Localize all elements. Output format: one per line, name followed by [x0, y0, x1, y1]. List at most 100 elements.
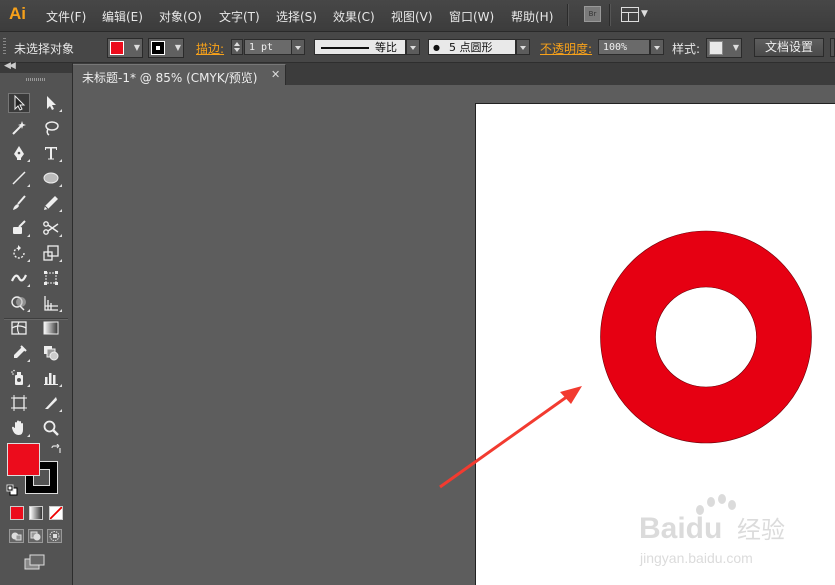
menu-type[interactable]: 文字(T): [219, 8, 260, 25]
stroke-weight-stepper[interactable]: [231, 39, 243, 55]
chevron-down-icon: ▼: [641, 9, 648, 19]
screen-mode-icon[interactable]: [24, 554, 46, 570]
fill-color-picker[interactable]: ▼: [107, 38, 143, 58]
draw-normal-button[interactable]: [9, 529, 24, 543]
none-slash-icon: [50, 507, 62, 519]
menu-file[interactable]: 文件(F): [46, 8, 86, 25]
variable-width-profile[interactable]: 等比: [314, 39, 406, 55]
panel-grip[interactable]: [26, 78, 46, 81]
preferences-button[interactable]: [830, 38, 835, 57]
swap-fill-stroke-icon[interactable]: [50, 444, 62, 456]
menu-select[interactable]: 选择(S): [276, 8, 317, 25]
layout-grid-icon: [621, 7, 639, 22]
rotate-tool[interactable]: [8, 243, 30, 263]
opacity-input[interactable]: 100%: [598, 39, 650, 55]
color-mode-button[interactable]: [10, 506, 24, 520]
column-graph-tool[interactable]: [40, 368, 62, 388]
workspace-switcher-button[interactable]: ▼: [621, 6, 651, 22]
width-tool[interactable]: [8, 268, 30, 288]
stroke-swatch: [151, 41, 165, 55]
blob-brush-tool[interactable]: [8, 218, 30, 238]
menu-object[interactable]: 对象(O): [159, 8, 202, 25]
menu-divider: [609, 4, 611, 26]
selection-tool[interactable]: [8, 93, 30, 113]
stroke-color-picker[interactable]: ▼: [148, 38, 184, 58]
document-tab[interactable]: 未标题-1* @ 85% (CMYK/预览) ✕: [73, 64, 286, 85]
brush-dot-icon: ●: [433, 43, 440, 52]
width-icon: [10, 274, 28, 282]
artboard-icon: [11, 395, 27, 411]
menu-effect[interactable]: 效果(C): [333, 8, 375, 25]
type-t-icon: [45, 147, 57, 160]
menu-bar: Ai 文件(F) 编辑(E) 对象(O) 文字(T) 选择(S) 效果(C) 视…: [0, 0, 835, 32]
draw-behind-button[interactable]: [28, 529, 43, 543]
stroke-weight-input[interactable]: 1 pt: [244, 39, 292, 55]
magic-wand-icon: [12, 121, 26, 135]
close-icon[interactable]: ✕: [271, 68, 280, 81]
pen-tool[interactable]: [8, 143, 30, 163]
paintbrush-icon: [13, 195, 26, 210]
magic-wand-tool[interactable]: [8, 118, 30, 138]
menu-help[interactable]: 帮助(H): [511, 8, 553, 25]
canvas-area[interactable]: [73, 85, 835, 585]
menu-view[interactable]: 视图(V): [391, 8, 433, 25]
blend-tool[interactable]: [40, 343, 62, 363]
none-mode-button[interactable]: [49, 506, 63, 520]
artboard-tool[interactable]: [8, 393, 30, 413]
panel-grip[interactable]: [3, 38, 6, 56]
perspective-grid-tool[interactable]: [40, 293, 62, 313]
magnifier-icon: [43, 420, 59, 436]
hand-tool[interactable]: [8, 418, 30, 438]
fill-color-swatch[interactable]: [7, 443, 40, 476]
scissors-tool[interactable]: [40, 218, 62, 238]
draw-inside-button[interactable]: [47, 529, 62, 543]
bridge-button[interactable]: Br: [584, 6, 601, 22]
stroke-weight-dropdown[interactable]: [291, 39, 305, 55]
scissors-icon: [43, 221, 59, 235]
perspective-grid-icon: [44, 296, 58, 311]
mesh-tool[interactable]: [8, 318, 30, 338]
symbol-sprayer-icon: [11, 369, 23, 385]
stroke-label[interactable]: 描边:: [196, 40, 224, 57]
collapse-icon[interactable]: ◀◀: [4, 61, 16, 71]
pencil-tool[interactable]: [40, 193, 62, 213]
scale-tool[interactable]: [40, 243, 62, 263]
brush-definition[interactable]: ● 5 点圆形: [428, 39, 516, 55]
artboard[interactable]: [475, 103, 835, 585]
zoom-tool[interactable]: [40, 418, 62, 438]
brush-dropdown[interactable]: [516, 39, 530, 55]
control-bar: 未选择对象 ▼ ▼ 描边: 1 pt 等比 ● 5 点圆形 不透明度: 100%…: [0, 32, 835, 63]
ellipse-tool[interactable]: [40, 168, 62, 188]
shape-builder-tool[interactable]: [8, 293, 30, 313]
direct-selection-icon: [47, 96, 56, 110]
profile-dropdown[interactable]: [406, 39, 420, 55]
free-transform-tool[interactable]: [40, 268, 62, 288]
draw-behind-icon: [30, 531, 41, 541]
direct-selection-tool[interactable]: [40, 93, 62, 113]
line-segment-tool[interactable]: [8, 168, 30, 188]
gradient-tool[interactable]: [40, 318, 62, 338]
paintbrush-tool[interactable]: [8, 193, 30, 213]
slice-tool[interactable]: [40, 393, 62, 413]
opacity-label[interactable]: 不透明度:: [540, 40, 592, 57]
selection-arrow-icon: [14, 94, 26, 111]
eyedropper-tool[interactable]: [8, 343, 30, 363]
gradient-mode-button[interactable]: [29, 506, 43, 520]
app-logo: Ai: [9, 4, 26, 23]
fill-swatch: [110, 41, 124, 55]
document-tab-title[interactable]: 未标题-1* @ 85% (CMYK/预览): [82, 69, 257, 86]
document-setup-button[interactable]: 文档设置: [754, 38, 824, 57]
graphic-style-picker[interactable]: ▼: [706, 38, 742, 58]
menu-edit[interactable]: 编辑(E): [102, 8, 143, 25]
hand-icon: [11, 420, 23, 435]
lasso-tool[interactable]: [40, 118, 62, 138]
type-tool[interactable]: [40, 143, 62, 163]
opacity-dropdown[interactable]: [650, 39, 664, 55]
draw-normal-icon: [11, 532, 22, 541]
default-fill-stroke-icon[interactable]: [6, 484, 18, 496]
menu-divider: [567, 4, 569, 26]
line-icon: [12, 171, 26, 185]
menu-window[interactable]: 窗口(W): [449, 8, 494, 25]
stroke-preview: [321, 47, 369, 49]
symbol-sprayer-tool[interactable]: [8, 368, 30, 388]
